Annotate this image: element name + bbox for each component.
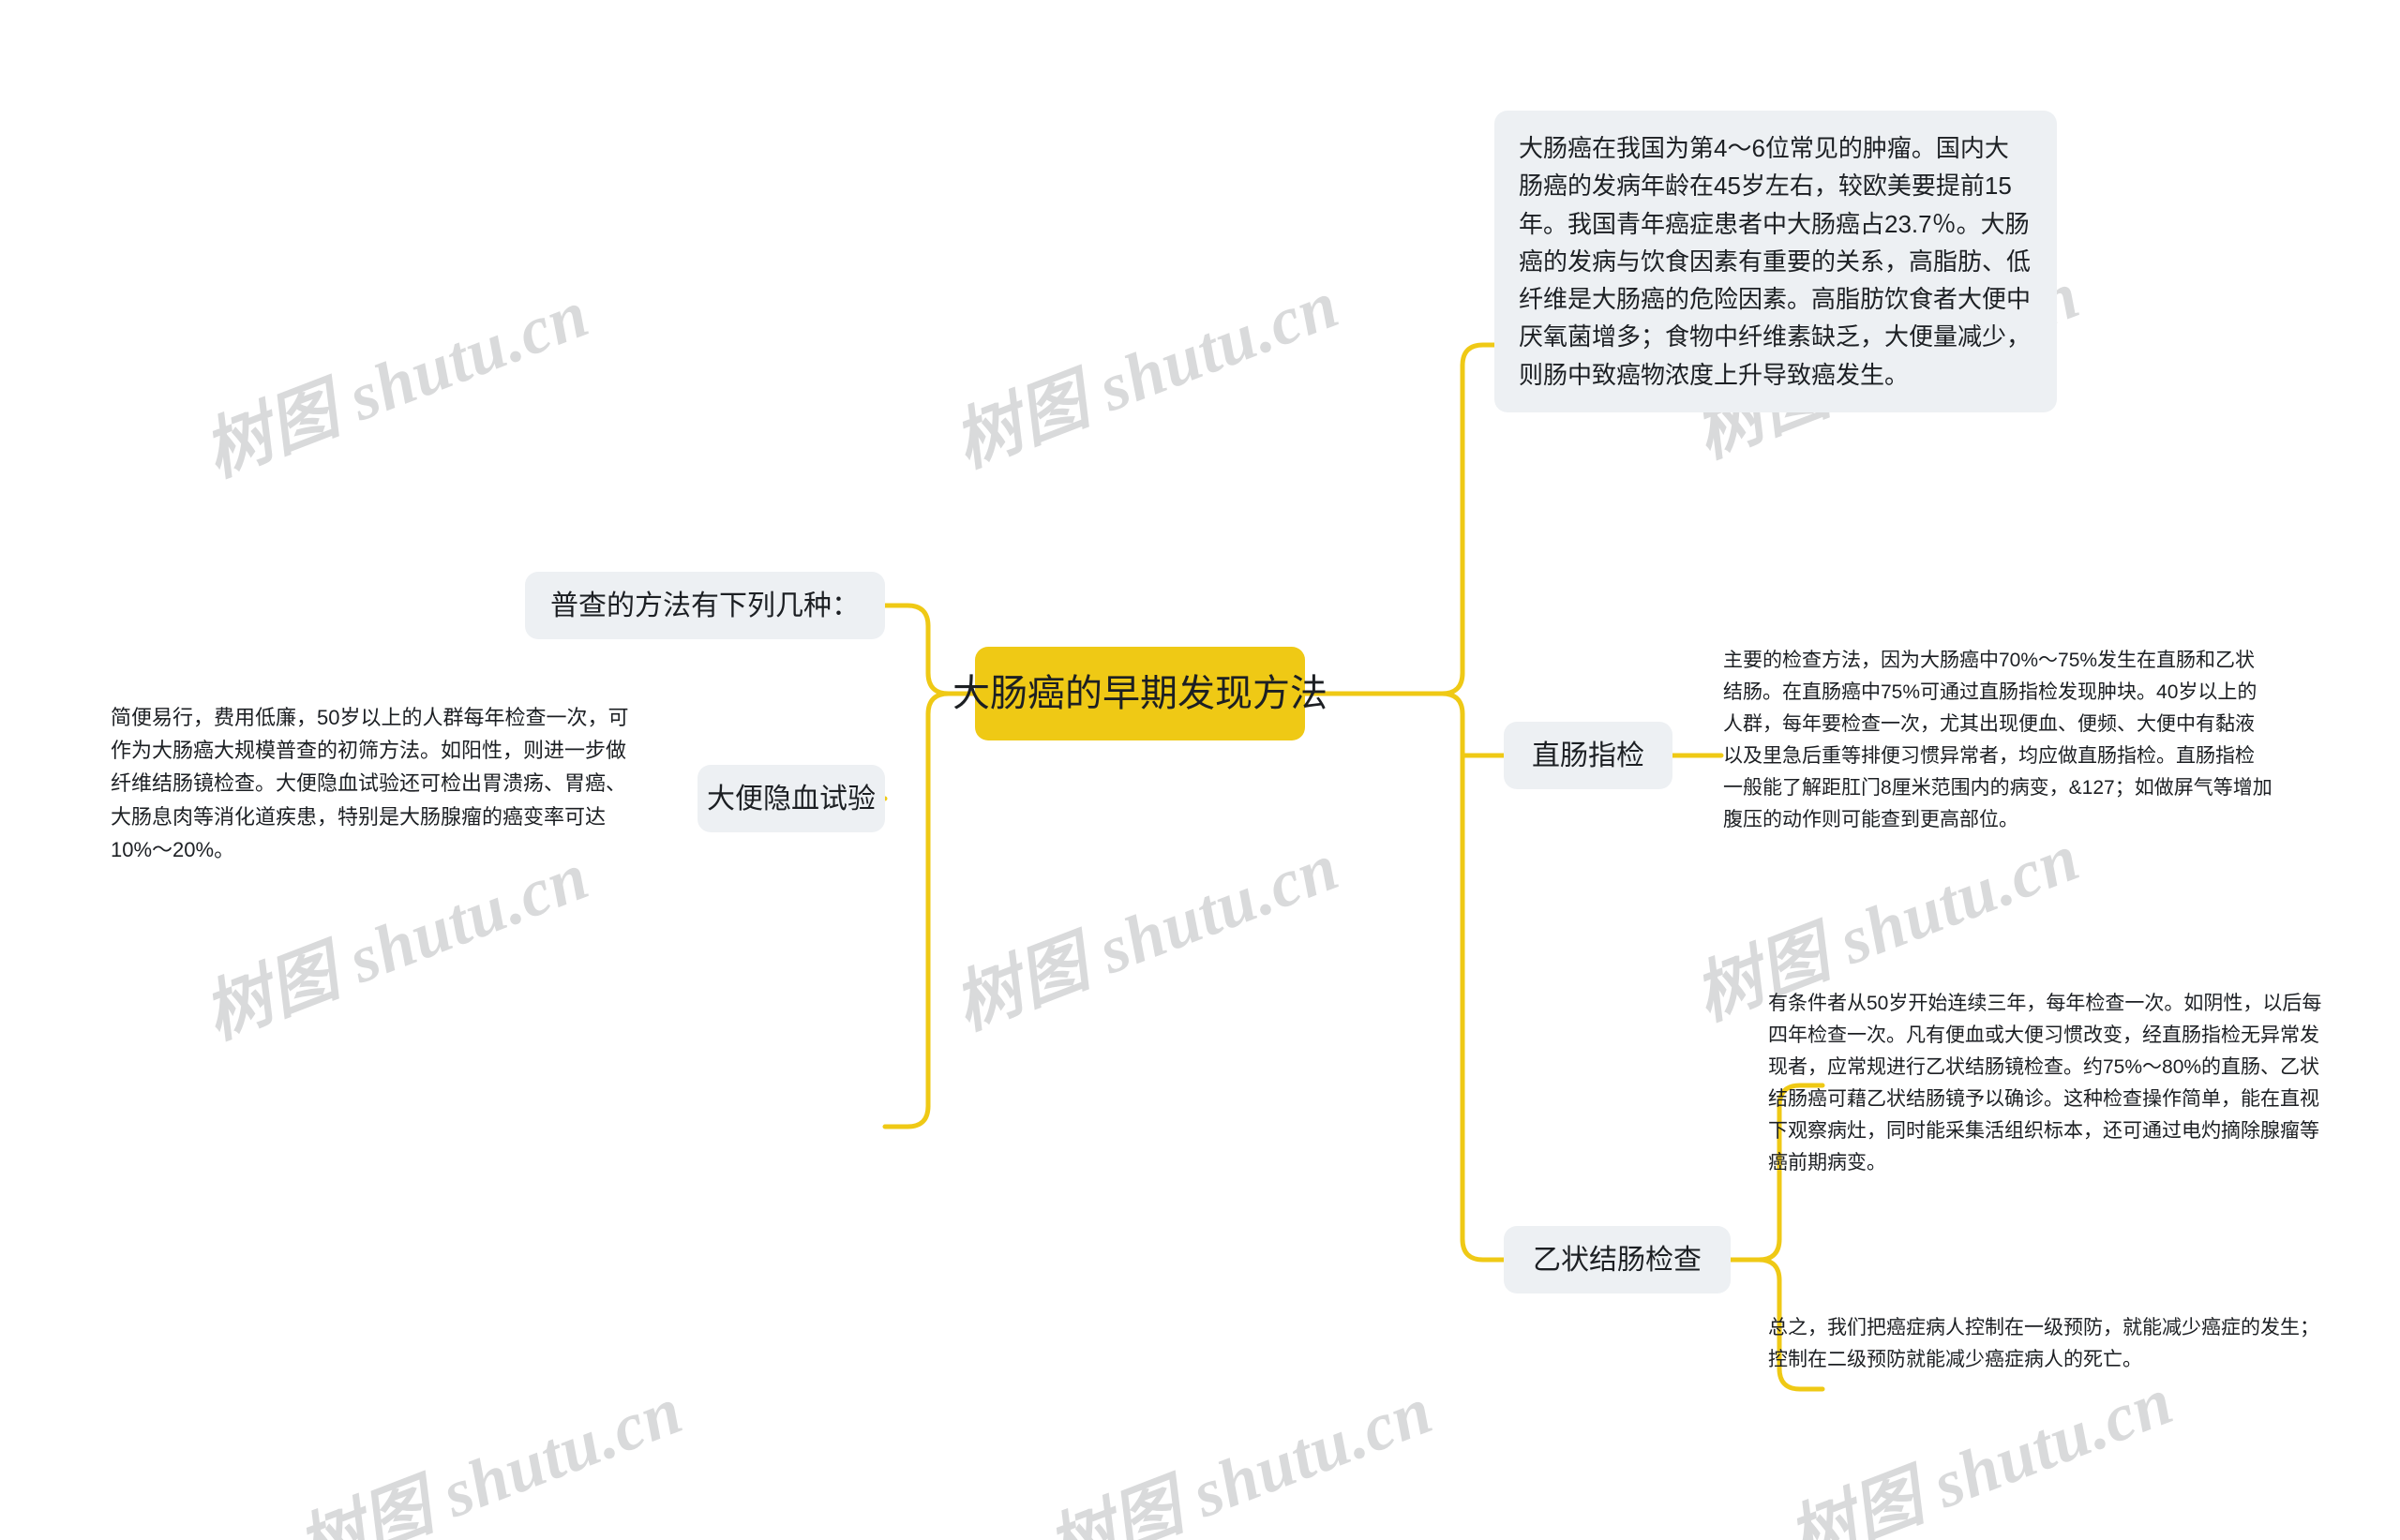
edge-to-occult-blood-node xyxy=(882,1103,931,1129)
edge-to-sigmoid-node xyxy=(1460,1236,1508,1263)
detail-rectal-exam-text: 主要的检查方法，因为大肠癌中70%～75%发生在直肠和乙状结肠。在直肠癌中75%… xyxy=(1723,650,2272,831)
watermark-tile: 树图 shutu.cn xyxy=(194,276,599,491)
edge-sigmoid-elbow-lower xyxy=(1756,1257,1782,1283)
watermark-tile: 树图 shutu.cn xyxy=(944,829,1349,1044)
root-node[interactable]: 大肠癌的早期发现方法 xyxy=(952,647,1328,740)
watermark-tile: 树图 shutu.cn xyxy=(1038,1372,1443,1540)
branch-node-sigmoidoscopy-label: 乙状结肠检查 xyxy=(1533,1244,1702,1276)
root-node-label: 大肠癌的早期发现方法 xyxy=(952,673,1328,714)
branch-node-sigmoidoscopy[interactable]: 乙状结肠检查 xyxy=(1504,1226,1731,1293)
branch-node-rectal-exam-label: 直肠指检 xyxy=(1532,740,1644,771)
watermark-tile: 树图 shutu.cn xyxy=(288,1372,693,1540)
detail-overview: 大肠癌在我国为第4～6位常见的肿瘤。国内大肠癌的发病年龄在45岁左右，较欧美要提… xyxy=(1494,111,2057,413)
detail-overview-text: 大肠癌在我国为第4～6位常见的肿瘤。国内大肠癌的发病年龄在45岁左右，较欧美要提… xyxy=(1519,134,2032,389)
branch-node-occult-blood-test[interactable]: 大便隐血试验 xyxy=(698,765,885,832)
edge-sigmoid-elbow-upper xyxy=(1756,1236,1782,1263)
branch-node-screening-methods[interactable]: 普查的方法有下列几种： xyxy=(525,572,885,639)
branch-node-occult-blood-test-label: 大便隐血试验 xyxy=(707,783,876,815)
branch-node-screening-methods-label: 普查的方法有下列几种： xyxy=(550,590,860,621)
detail-sigmoidoscopy-2: 总之，我们把癌症病人控制在一级预防，就能减少癌症的发生；控制在二级预防就能减少癌… xyxy=(1768,1312,2327,1376)
watermark-tile: 树图 shutu.cn xyxy=(944,266,1349,482)
detail-sigmoidoscopy-2-text: 总之，我们把癌症病人控制在一级预防，就能减少癌症的发生；控制在二级预防就能减少癌… xyxy=(1768,1317,2319,1371)
detail-rectal-exam: 主要的检查方法，因为大肠癌中70%～75%发生在直肠和乙状结肠。在直肠癌中75%… xyxy=(1723,645,2272,836)
edge-right-trunk-elbow-lower xyxy=(1439,691,1465,717)
detail-sigmoidoscopy-1-text: 有条件者从50岁开始连续三年，每年检查一次。如阴性，以后每四年检查一次。凡有便血… xyxy=(1768,993,2322,1174)
edge-right-trunk-elbow-upper xyxy=(1439,670,1465,696)
detail-occult-blood-test: 简便易行，费用低廉，50岁以上的人群每年检查一次，可作为大肠癌大规模普查的初筛方… xyxy=(111,701,638,866)
detail-occult-blood-test-text: 简便易行，费用低廉，50岁以上的人群每年检查一次，可作为大肠癌大规模普查的初筛方… xyxy=(111,706,629,861)
edge-left-trunk-elbow-upper xyxy=(925,670,952,696)
branch-node-rectal-exam[interactable]: 直肠指检 xyxy=(1504,722,1672,789)
edge-to-screening-methods-node xyxy=(882,603,931,629)
mindmap-canvas: 树图 shutu.cn 树图 shutu.cn 树图 shutu.cn 树图 s… xyxy=(0,0,2400,1540)
detail-sigmoidoscopy-1: 有条件者从50岁开始连续三年，每年检查一次。如阴性，以后每四年检查一次。凡有便血… xyxy=(1768,988,2327,1179)
edge-left-trunk-elbow-lower xyxy=(925,691,952,717)
